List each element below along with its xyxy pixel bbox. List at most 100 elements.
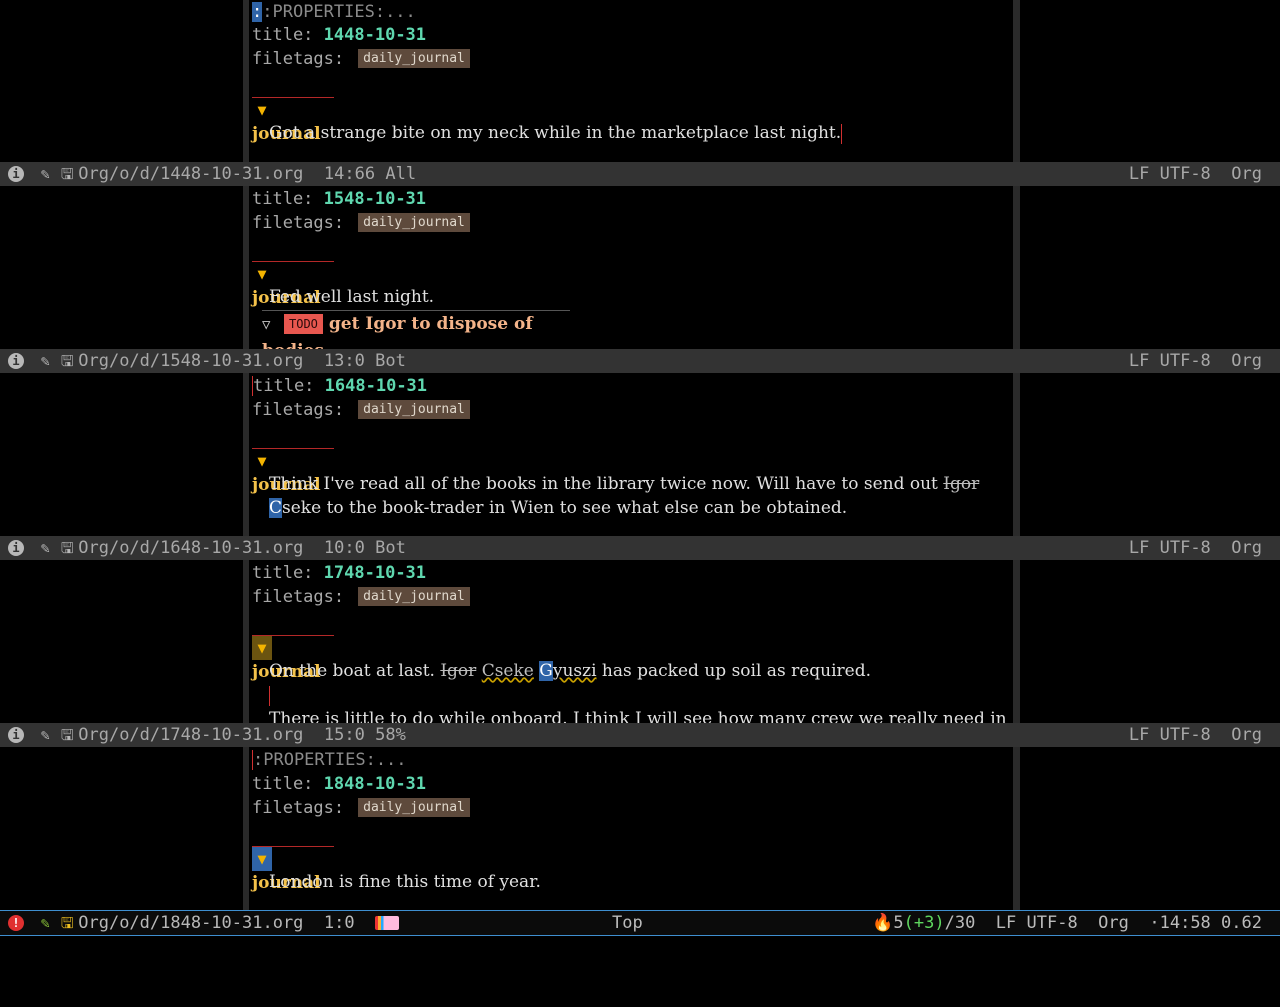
window-1[interactable]: ::PROPERTIES:... title: 1448-10-31 filet… [0,0,1280,162]
body-text[interactable]: On the boat at last. Igor Cseke Gyuszi h… [269,659,871,683]
body-text-3[interactable]: There is little to do while onboard. I t… [269,707,1007,723]
save-icon[interactable]: 🖫 [56,911,78,935]
fold-triangle-icon[interactable]: ▼ [252,847,272,871]
fold-triangle-icon[interactable]: ▼ [252,262,272,286]
fold-triangle-icon[interactable]: ▽ [262,312,282,338]
minibuffer[interactable] [0,936,1280,960]
cursor-position: 10:0 [323,538,365,558]
modeline-1[interactable]: i ✎ 🖫 Org/o/d/1448-10-31.org 14:66 All LF … [0,162,1280,186]
heading-journal[interactable]: ▼ journal [252,448,334,495]
right-fringe [1013,560,1020,723]
title-line: title: 1448-10-31 [252,23,426,47]
tag-badge[interactable]: daily_journal [358,399,470,419]
modeline-4[interactable]: i ✎ 🖫 Org/o/d/1748-10-31.org 15:0 58% LF U… [0,723,1280,747]
window-5[interactable]: :PROPERTIES:... title: 1848-10-31 fileta… [0,747,1280,910]
body-text-2[interactable]: Cseke to the book-trader in Wien to see … [269,496,847,520]
body-line: has packed up soil as required. [596,661,871,681]
properties-drawer[interactable]: :PROPERTIES:... [252,748,407,772]
pencil-edit-icon[interactable]: ✎ [34,723,56,747]
left-fringe [243,186,249,349]
title-key: title: [252,189,314,209]
cursor-position: 13:0 [323,351,365,371]
text-cursor [269,685,270,706]
encoding[interactable]: LF UTF-8 [1129,725,1211,745]
body-text[interactable]: Fed well last night. [269,285,434,309]
tag-badge[interactable]: daily_journal [358,212,470,232]
save-icon[interactable]: 🖫 [56,349,78,373]
body-text[interactable]: Think I've read all of the books in the … [269,472,979,496]
right-fringe [1013,373,1020,536]
todo-keyword[interactable]: TODO [284,314,323,334]
tag-badge[interactable]: daily_journal [358,797,470,817]
strikethrough-text: Igor [943,474,980,494]
cursor: : [252,2,263,22]
window-4[interactable]: title: 1748-10-31 filetags: daily_journal… [0,560,1280,723]
tag-badge[interactable]: daily_journal [358,48,470,68]
window-3[interactable]: title: 1648-10-31 filetags: daily_journal… [0,373,1280,536]
filetags-line: filetags: daily_journal [252,585,470,609]
fold-triangle-icon[interactable]: ▼ [252,449,272,473]
filetags-key: filetags: [252,49,345,69]
properties-drawer[interactable]: ::PROPERTIES:... [252,0,416,24]
title-value: 1648-10-31 [324,376,428,396]
info-icon[interactable]: i [8,540,24,556]
title-line: title: 1748-10-31 [252,561,426,585]
strikethrough-text: Cseke [481,661,534,681]
tag-badge[interactable]: daily_journal [358,586,470,606]
buffer-file-name[interactable]: Org/o/d/1448-10-31.org [78,164,303,184]
error-icon[interactable]: ! [8,915,24,931]
save-icon[interactable]: 🖫 [56,723,78,747]
pencil-edit-icon[interactable]: ✎ [34,162,56,186]
nyan-cat-icon [375,916,400,930]
major-mode[interactable]: Org [1231,164,1262,184]
cursor: C [269,498,283,518]
info-icon[interactable]: i [8,353,24,369]
heading-journal[interactable]: ▼ journal [252,261,334,308]
scroll-position: All [385,164,417,184]
buffer-file-name[interactable]: Org/o/d/1848-10-31.org [78,913,303,933]
info-icon[interactable]: i [8,166,24,182]
fold-triangle-icon[interactable]: ▼ [252,636,272,660]
pencil-edit-icon[interactable]: ✎ [34,911,56,935]
right-fringe [1013,0,1020,162]
heading-journal[interactable]: ▼ journal [252,846,334,893]
properties-text: :PROPERTIES:... [253,750,407,770]
buffer-file-name[interactable]: Org/o/d/1648-10-31.org [78,538,303,558]
encoding[interactable]: LF UTF-8 [1129,164,1211,184]
major-mode[interactable]: Org [1231,351,1262,371]
fold-triangle-icon[interactable]: ▼ [252,98,272,122]
heading-journal[interactable]: ▼ journal [252,97,334,144]
pencil-edit-icon[interactable]: ✎ [34,349,56,373]
modeline-2[interactable]: i ✎ 🖫 Org/o/d/1548-10-31.org 13:0 Bot LF U… [0,349,1280,373]
scroll-position: Top [612,913,643,933]
spellcheck-word[interactable]: yuszi [553,661,597,681]
buffer-file-name[interactable]: Org/o/d/1548-10-31.org [78,351,303,371]
properties-text: :PROPERTIES:... [262,2,416,22]
body-text[interactable]: London is fine this time of year. [269,870,541,894]
save-icon[interactable]: 🖫 [56,536,78,560]
major-mode[interactable]: Org [1098,913,1129,933]
major-mode[interactable]: Org [1231,725,1262,745]
flycheck-count[interactable]: 5 [893,913,903,933]
todo-heading[interactable]: ▽TODOget Igor to dispose of bodies [262,310,570,349]
encoding[interactable]: LF UTF-8 [1129,351,1211,371]
body-text[interactable]: Got a strange bite on my neck while in t… [269,121,843,145]
right-fringe [1013,747,1020,910]
encoding[interactable]: LF UTF-8 [996,913,1078,933]
modeline-3[interactable]: i ✎ 🖫 Org/o/d/1648-10-31.org 10:0 Bot LF U… [0,536,1280,560]
info-icon[interactable]: i [8,727,24,743]
heading-journal[interactable]: ▼ journal [252,635,334,682]
scroll-position: Bot [375,538,406,558]
major-mode[interactable]: Org [1231,538,1262,558]
filetags-key: filetags: [252,798,345,818]
window-2[interactable]: title: 1548-10-31 filetags: daily_journal… [0,186,1280,349]
pencil-edit-icon[interactable]: ✎ [34,536,56,560]
cursor-position: 15:0 [323,725,365,745]
body-line: seke to the book-trader in Wien to see w… [282,498,848,518]
modeline-active[interactable]: ! ✎ 🖫 Org/o/d/1848-10-31.org 1:0 Top 🔥5(+3… [0,910,1280,936]
save-icon[interactable]: 🖫 [56,162,78,186]
title-value: 1548-10-31 [323,189,427,209]
filetags-line: filetags: daily_journal [252,211,470,235]
encoding[interactable]: LF UTF-8 [1129,538,1211,558]
buffer-file-name[interactable]: Org/o/d/1748-10-31.org [78,725,303,745]
